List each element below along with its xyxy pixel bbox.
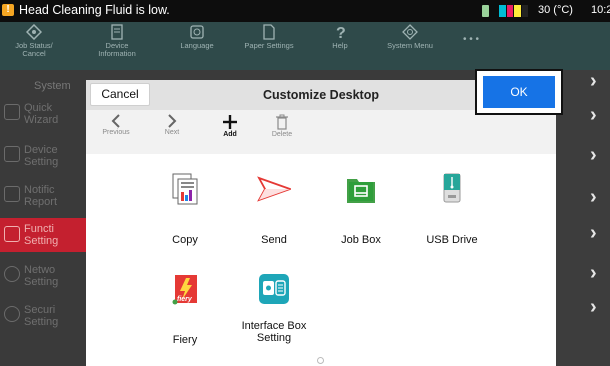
device-setting-icon <box>4 146 20 162</box>
help-icon: ? <box>336 25 346 40</box>
function-setting-icon <box>4 226 20 242</box>
bg-row-notification-report: Notific Report <box>0 182 88 212</box>
trash-icon <box>276 114 288 130</box>
usb-drive-icon <box>435 172 469 206</box>
help-button[interactable]: ? Help <box>322 24 358 50</box>
security-setting-icon <box>4 306 20 322</box>
status-message[interactable]: Head Cleaning Fluid is low. <box>19 3 170 17</box>
paper-settings-button[interactable]: Paper Settings <box>236 24 302 50</box>
system-menu-button[interactable]: System Menu <box>378 24 442 50</box>
language-icon <box>190 25 204 39</box>
interface-box-icon <box>257 272 291 306</box>
warning-icon: ! <box>2 4 14 16</box>
chevron-right-icon: › <box>590 262 597 284</box>
quick-wizard-icon <box>4 104 20 120</box>
ink-cyan <box>499 5 506 17</box>
paper-settings-icon <box>263 24 275 40</box>
chevron-left-icon <box>111 114 120 128</box>
language-button[interactable]: Language <box>172 24 222 50</box>
bg-row-device-setting: Device Setting <box>0 142 88 172</box>
chevron-right-icon <box>168 114 177 128</box>
temperature: 30 (°C) <box>538 4 573 16</box>
ok-button[interactable]: OK <box>483 76 555 108</box>
app-job-box[interactable]: Job Box <box>316 172 406 246</box>
bg-row-security-setting: Securi Setting <box>0 302 88 332</box>
add-button[interactable]: Add <box>210 114 250 138</box>
previous-button[interactable]: Previous <box>96 114 136 136</box>
system-menu-icon <box>402 24 418 40</box>
dialog-toolbar: Previous Next Add Delete <box>86 110 556 154</box>
plus-icon <box>223 115 237 129</box>
next-button[interactable]: Next <box>152 114 192 136</box>
job-box-icon <box>344 172 378 206</box>
chevron-right-icon: › <box>590 222 597 244</box>
bg-row-function-setting: Functi Setting <box>0 218 88 252</box>
fluid-level-icon <box>482 5 489 17</box>
top-toolbar: Job Status/ Cancel Device Information La… <box>0 22 610 70</box>
ink-yellow <box>514 5 521 17</box>
app-fiery[interactable]: fiery Fiery <box>140 272 230 346</box>
chevron-right-icon: › <box>590 70 597 92</box>
more-button[interactable]: • • • <box>456 34 486 45</box>
app-send[interactable]: Send <box>229 172 319 246</box>
app-copy[interactable]: Copy <box>140 172 230 246</box>
app-interface-box-setting[interactable]: Interface Box Setting <box>224 272 324 344</box>
status-bar: ! Head Cleaning Fluid is low. 30 (°C) 10… <box>0 0 610 22</box>
scroll-indicator <box>317 357 324 364</box>
background-right-column <box>556 70 610 366</box>
copy-icon <box>168 172 202 206</box>
ink-black <box>521 5 528 17</box>
svg-text:fiery: fiery <box>177 296 193 303</box>
more-icon: • • • <box>462 34 480 45</box>
job-status-button[interactable]: Job Status/ Cancel <box>14 24 54 58</box>
svg-text:?: ? <box>336 25 346 40</box>
notification-report-icon <box>4 186 20 202</box>
bg-row-quick-wizard: Quick Wizard <box>0 100 88 130</box>
send-icon <box>257 172 293 206</box>
job-status-icon <box>26 24 42 40</box>
chevron-right-icon: › <box>590 144 597 166</box>
ink-level-icon <box>499 5 528 17</box>
bg-row-network-setting: Netwo Setting <box>0 262 88 292</box>
customize-desktop-dialog: Cancel Customize Desktop Previous Next A… <box>86 80 556 366</box>
app-usb-drive[interactable]: USB Drive <box>407 172 497 246</box>
device-info-icon <box>111 24 123 40</box>
device-information-button[interactable]: Device Information <box>92 24 142 58</box>
clock: 10:2 <box>591 4 610 16</box>
chevron-right-icon: › <box>590 104 597 126</box>
chevron-right-icon: › <box>590 186 597 208</box>
chevron-right-icon: › <box>590 296 597 318</box>
ink-magenta <box>506 5 513 17</box>
network-setting-icon <box>4 266 20 282</box>
fiery-icon: fiery <box>168 272 202 306</box>
delete-button[interactable]: Delete <box>262 114 302 138</box>
